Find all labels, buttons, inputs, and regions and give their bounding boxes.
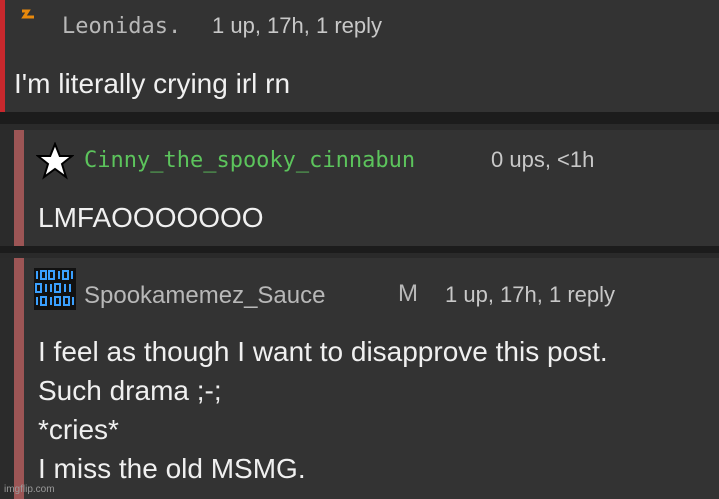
orange-bolt-icon [18,6,44,26]
comment-1: Leonidas. 1 up, 17h, 1 reply I'm literal… [0,0,719,112]
comment-meta: 0 ups, <1h [491,147,595,172]
comment-text: I feel as though I want to disapprove th… [38,332,608,488]
thread-indent-gutter [0,258,14,499]
star-icon [35,141,75,180]
thread-indent-gutter [0,130,14,246]
comment-username[interactable]: Leonidas. [62,14,181,39]
comment-thread-bar [14,258,24,499]
comment-text-line: Such drama ;-; [38,375,222,406]
comment-thread-bar [0,0,5,112]
comment-username[interactable]: Cinny_the_spooky_cinnabun [84,148,415,173]
imgflip-watermark: imgflip.com [4,484,55,495]
comment-text: I'm literally crying irl rn [14,64,290,103]
comment-divider [0,112,719,130]
comment-text-line: *cries* [38,414,119,445]
comment-3: Spookamemez_Sauce M 1 up, 17h, 1 reply I… [0,258,719,499]
comment-text: LMFAOOOOOOO [38,198,264,237]
comment-divider [0,246,719,258]
mod-badge: M [398,280,418,307]
comment-thread-bar [14,130,24,246]
comment-username[interactable]: Spookamemez_Sauce [84,282,325,310]
comment-text-line: I feel as though I want to disapprove th… [38,336,608,367]
binary-code-icon [34,268,76,310]
comment-text-line: I miss the old MSMG. [38,453,306,484]
comment-text-line: I'm literally crying irl rn [14,68,291,99]
comment-2: Cinny_the_spooky_cinnabun 0 ups, <1h LMF… [0,130,719,246]
comment-text-line: LMFAOOOOOOO [38,202,264,233]
comment-meta: 1 up, 17h, 1 reply [445,282,616,307]
comment-meta: 1 up, 17h, 1 reply [212,13,383,38]
